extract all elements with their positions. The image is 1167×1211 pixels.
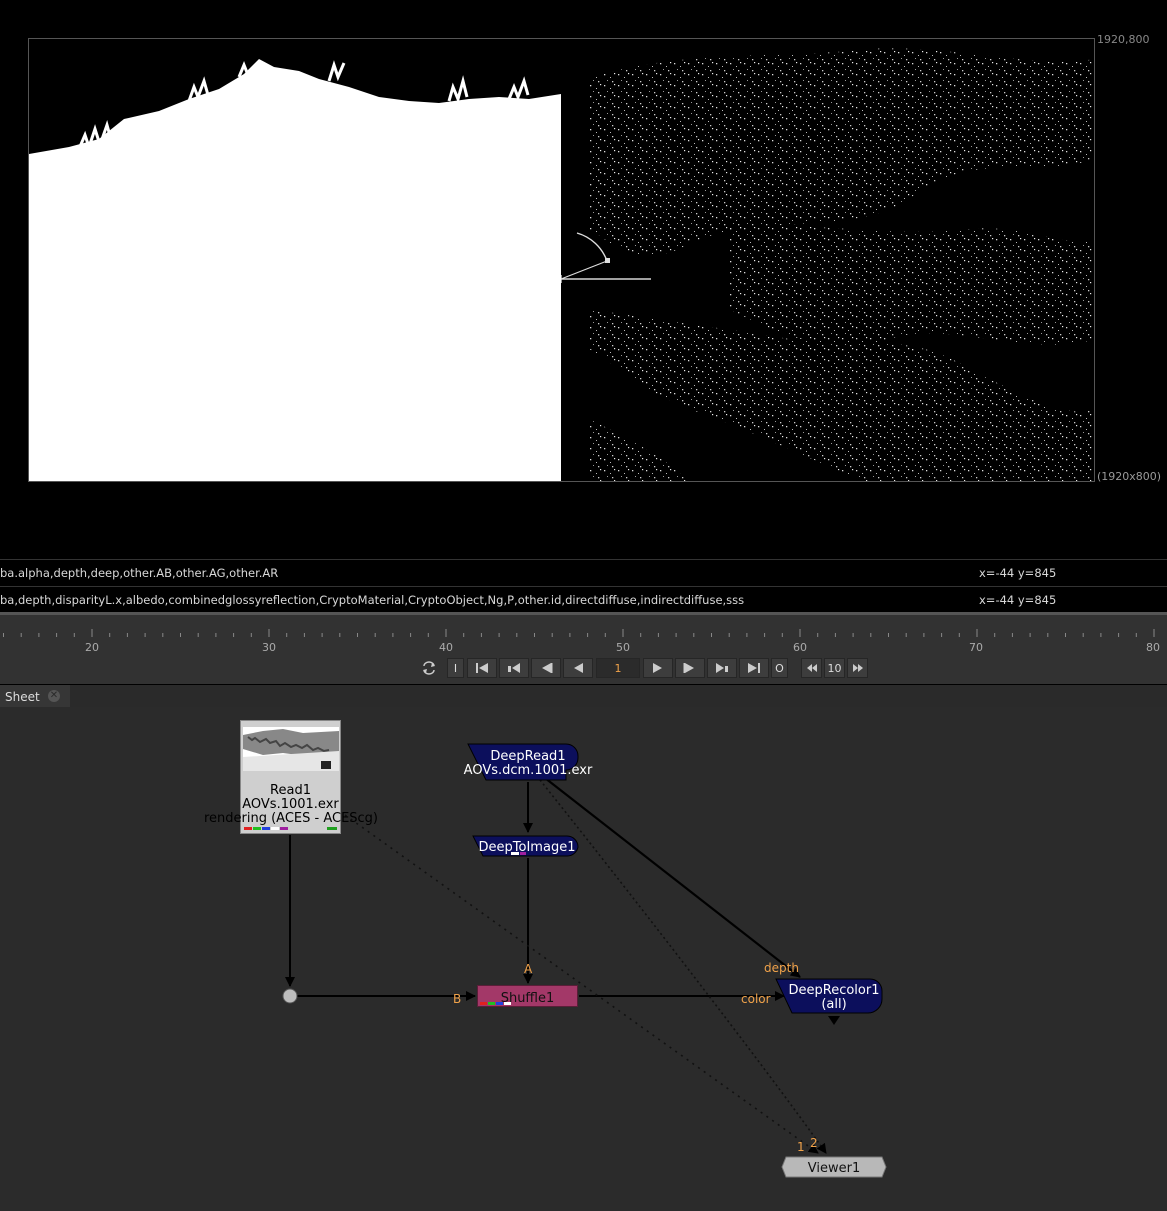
deepread-node-name: DeepRead1 <box>490 749 566 764</box>
deeprecolor-node-sub: (all) <box>821 997 847 1012</box>
dot-node[interactable] <box>282 988 298 1004</box>
read-node-name: Read1 <box>270 783 311 798</box>
deeprecolor-node-name: DeepRecolor1 <box>788 983 880 998</box>
input-label-b: B <box>453 992 462 1006</box>
node-connections <box>282 777 840 1154</box>
channel-indicator-other <box>327 827 337 830</box>
read-thumbnail <box>243 727 339 771</box>
channel-indicator <box>244 827 288 830</box>
input-label-depth: depth <box>764 961 799 975</box>
input-label-color: color <box>741 992 771 1006</box>
deepread-node-file: AOVs.dcm.1001.exr <box>463 763 593 778</box>
shuffle-node-name: Shuffle1 <box>500 991 555 1006</box>
viewer-input-2: 2 <box>810 1136 818 1150</box>
read-node-colorspace: rendering (ACES - ACEScg) <box>203 811 379 826</box>
read-node-file: AOVs.1001.exr <box>242 797 339 812</box>
deeptoimage-node-name: DeepToImage1 <box>478 840 576 855</box>
input-label-a: A <box>524 962 533 976</box>
viewer-node-name: Viewer1 <box>807 1161 861 1176</box>
viewer-input-1: 1 <box>797 1140 805 1154</box>
